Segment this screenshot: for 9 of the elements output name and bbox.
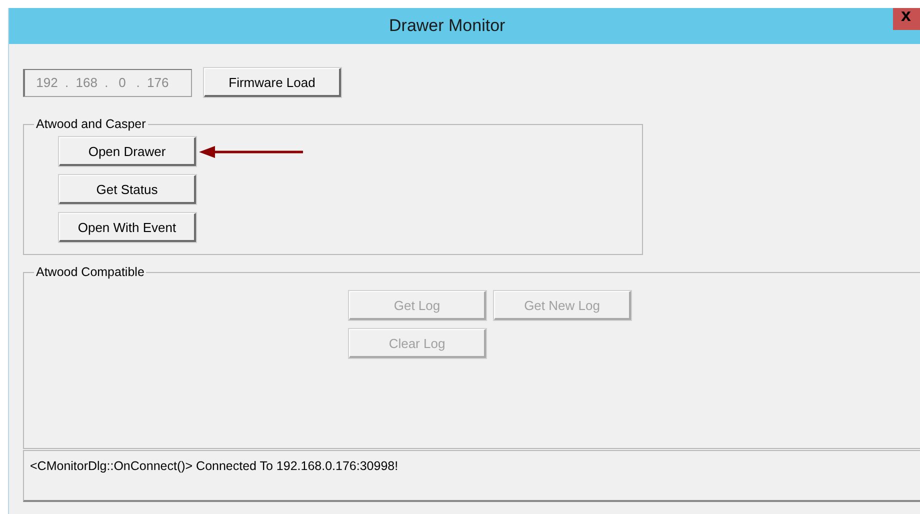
- group-title: Atwood and Casper: [35, 117, 147, 131]
- status-message: <CMonitorDlg::OnConnect()> Connected To 192.168.0.176:30998!: [30, 459, 398, 473]
- group-title: Atwood Compatible: [35, 265, 146, 279]
- window-title: Drawer Monitor: [389, 16, 506, 36]
- action-button[interactable]: Open With Event: [59, 213, 196, 242]
- action-button[interactable]: Open Drawer: [59, 137, 196, 166]
- close-button[interactable]: x: [893, 8, 920, 30]
- action-button[interactable]: Get Status: [59, 175, 196, 204]
- firmware-load-button[interactable]: Firmware Load: [204, 68, 341, 97]
